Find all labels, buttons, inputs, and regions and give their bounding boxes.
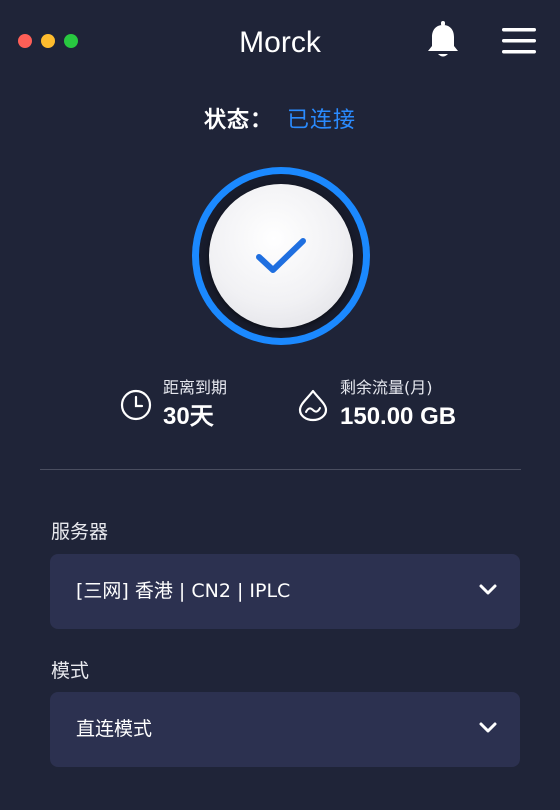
droplet-icon — [298, 389, 328, 422]
traffic-value: 150.00 GB — [340, 403, 457, 430]
menu-icon[interactable] — [500, 26, 538, 56]
traffic-label: 剩余流量(月) — [340, 378, 433, 397]
mode-select[interactable]: 直连模式 — [50, 692, 520, 767]
bell-icon[interactable] — [424, 20, 462, 60]
server-select[interactable]: [三网] 香港 | CN2 | IPLC — [50, 554, 520, 629]
expiry-value: 30天 — [163, 403, 214, 430]
status-label: 状态： — [203, 108, 273, 133]
server-label: 服务器 — [51, 521, 109, 543]
status-value: 已连接 — [287, 108, 357, 133]
connect-toggle-button[interactable] — [192, 167, 370, 345]
divider — [40, 469, 521, 470]
expiry-stat: 距离到期 30天 — [119, 378, 227, 432]
chevron-down-icon — [479, 722, 497, 733]
chevron-down-icon — [479, 584, 497, 595]
traffic-stat: 剩余流量(月) 150.00 GB — [296, 378, 456, 432]
mode-label: 模式 — [51, 660, 90, 682]
app-title: Morck — [239, 26, 321, 59]
check-icon — [256, 238, 306, 273]
mode-selected-value: 直连模式 — [76, 718, 153, 740]
connection-status: 状态： 已连接 — [0, 102, 560, 134]
server-selected-value: [三网] 香港 | CN2 | IPLC — [76, 580, 291, 602]
expiry-label: 距离到期 — [163, 378, 228, 397]
clock-icon — [120, 389, 152, 421]
